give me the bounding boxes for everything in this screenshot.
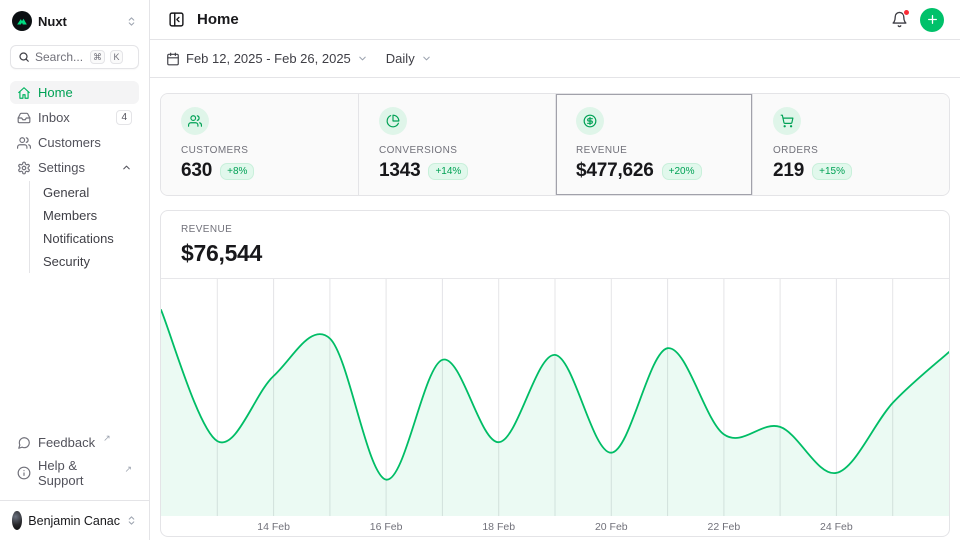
svg-text:16 Feb: 16 Feb <box>370 521 403 533</box>
add-button[interactable] <box>920 8 944 32</box>
stat-card-revenue[interactable]: REVENUE $477,626 +20% <box>555 94 752 195</box>
main-header: Home <box>150 0 960 40</box>
sidebar: Nuxt ⌘ K Home <box>0 0 150 540</box>
users-icon <box>181 107 209 135</box>
page-title: Home <box>197 11 879 28</box>
avatar <box>12 511 22 530</box>
dollar-circle-icon <box>576 107 604 135</box>
home-icon <box>17 86 31 100</box>
main-panel: Home Feb 12, 2025 - Feb 26, 2025 <box>150 0 960 540</box>
calendar-icon <box>166 52 180 66</box>
inbox-icon <box>17 111 31 125</box>
brand-name: Nuxt <box>38 14 120 29</box>
delta-badge: +14% <box>428 163 468 180</box>
chevron-down-icon <box>357 53 368 64</box>
sidebar-item-customers[interactable]: Customers <box>10 131 139 154</box>
users-icon <box>17 136 31 150</box>
chevron-up-down-icon <box>126 16 137 27</box>
svg-text:22 Feb: 22 Feb <box>708 521 741 533</box>
sidebar-item-notifications[interactable]: Notifications <box>30 227 139 250</box>
user-menu[interactable]: Benjamin Canac <box>10 509 139 532</box>
notification-dot <box>903 9 910 16</box>
sidebar-item-label: Home <box>38 85 73 100</box>
sidebar-nav: Home Inbox 4 Customers <box>10 81 139 273</box>
chevron-up-icon <box>121 162 132 173</box>
stat-value: 630 <box>181 160 212 182</box>
filter-toolbar: Feb 12, 2025 - Feb 26, 2025 Daily <box>150 40 960 78</box>
delta-badge: +8% <box>220 163 254 180</box>
stat-card-orders[interactable]: ORDERS 219 +15% <box>752 94 949 195</box>
kbd-k: K <box>110 50 123 64</box>
help-support-link[interactable]: Help & Support ↗ <box>10 454 139 492</box>
delta-badge: +20% <box>662 163 702 180</box>
stat-value: $477,626 <box>576 160 654 182</box>
workspace-switcher[interactable]: Nuxt <box>10 9 139 33</box>
search-input[interactable]: ⌘ K <box>10 45 139 69</box>
sidebar-item-security[interactable]: Security <box>30 250 139 273</box>
svg-text:18 Feb: 18 Feb <box>482 521 515 533</box>
stat-label: REVENUE <box>576 145 732 156</box>
stat-value: 219 <box>773 160 804 182</box>
dashboard-content: CUSTOMERS 630 +8% CONVERSIONS 1343 +14% <box>150 78 960 540</box>
external-link-icon: ↗ <box>124 464 132 475</box>
sidebar-footer: Feedback ↗ Help & Support ↗ Benjamin Can… <box>10 431 139 532</box>
settings-subnav: General Members Notifications Security <box>29 181 139 273</box>
search-field[interactable] <box>35 50 85 64</box>
svg-text:24 Feb: 24 Feb <box>820 521 853 533</box>
sidebar-item-members[interactable]: Members <box>30 204 139 227</box>
gear-icon <box>17 161 31 175</box>
sidebar-item-label: Inbox <box>38 110 70 125</box>
nuxt-logo-icon <box>12 11 32 31</box>
stat-label: CUSTOMERS <box>181 145 338 156</box>
external-link-icon: ↗ <box>103 433 111 444</box>
app: Nuxt ⌘ K Home <box>0 0 960 540</box>
panel-toggle-icon[interactable] <box>166 9 187 30</box>
stats-row: CUSTOMERS 630 +8% CONVERSIONS 1343 +14% <box>160 93 950 196</box>
sidebar-item-settings[interactable]: Settings <box>10 156 139 179</box>
stat-label: ORDERS <box>773 145 929 156</box>
sidebar-item-label: Customers <box>38 135 101 150</box>
inbox-count-badge: 4 <box>116 110 132 125</box>
kbd-meta: ⌘ <box>90 50 105 64</box>
stat-card-customers[interactable]: CUSTOMERS 630 +8% <box>161 94 358 195</box>
chart-metric-value: $76,544 <box>181 240 929 267</box>
user-name: Benjamin Canac <box>28 514 120 528</box>
stat-label: CONVERSIONS <box>379 145 535 156</box>
chevron-down-icon <box>421 53 432 64</box>
chart-header: REVENUE $76,544 <box>161 211 949 278</box>
chevron-up-down-icon <box>126 515 137 526</box>
pie-chart-icon <box>379 107 407 135</box>
svg-text:14 Feb: 14 Feb <box>257 521 290 533</box>
search-icon <box>18 51 30 63</box>
sidebar-item-label: Settings <box>38 160 85 175</box>
svg-text:20 Feb: 20 Feb <box>595 521 628 533</box>
info-icon <box>17 466 31 480</box>
message-bubble-icon <box>17 436 31 450</box>
sidebar-item-general[interactable]: General <box>30 181 139 204</box>
feedback-link[interactable]: Feedback ↗ <box>10 431 139 454</box>
cart-icon <box>773 107 801 135</box>
revenue-area-chart[interactable]: 14 Feb 16 Feb 18 Feb 20 Feb 22 Feb 24 Feb <box>161 278 949 536</box>
stat-card-conversions[interactable]: CONVERSIONS 1343 +14% <box>358 94 555 195</box>
revenue-chart-card: REVENUE $76,544 14 Feb 16 Feb 18 Feb 20 Feb… <box>160 210 950 537</box>
sidebar-item-home[interactable]: Home <box>10 81 139 104</box>
granularity-select[interactable]: Daily <box>386 51 432 66</box>
sidebar-item-inbox[interactable]: Inbox 4 <box>10 106 139 129</box>
delta-badge: +15% <box>812 163 852 180</box>
date-range-picker[interactable]: Feb 12, 2025 - Feb 26, 2025 <box>166 51 368 66</box>
chart-metric-label: REVENUE <box>181 224 929 235</box>
stat-value: 1343 <box>379 160 420 182</box>
